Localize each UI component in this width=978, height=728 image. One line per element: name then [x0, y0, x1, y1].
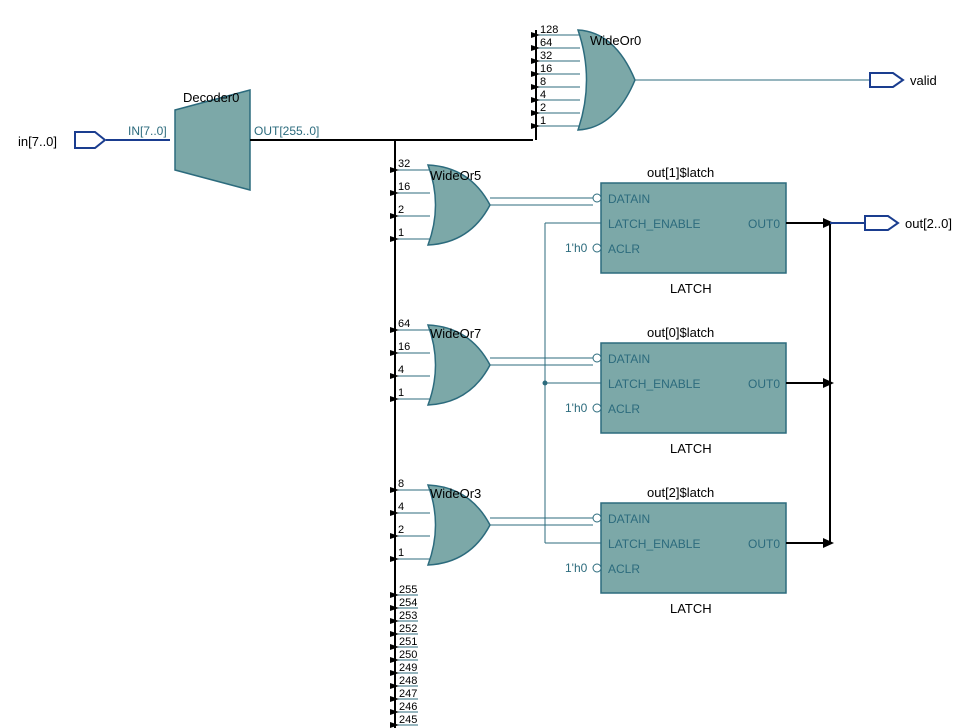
wideor3: 8 4 2 1 WideOr3	[390, 478, 490, 565]
svg-text:LATCH: LATCH	[670, 441, 712, 456]
svg-text:251: 251	[399, 636, 417, 648]
wideor5: 32 16 2 1 WideOr5	[390, 158, 490, 245]
svg-text:32: 32	[398, 158, 410, 170]
svg-text:248: 248	[399, 675, 417, 687]
valid-port: valid	[870, 73, 937, 88]
decoder-out-label: OUT[255..0]	[254, 124, 319, 138]
svg-text:ACLR: ACLR	[608, 402, 640, 416]
svg-text:LATCH_ENABLE: LATCH_ENABLE	[608, 537, 700, 551]
svg-text:2: 2	[540, 102, 546, 114]
output-port: out[2..0]	[865, 216, 952, 231]
svg-text:LATCH: LATCH	[670, 281, 712, 296]
schematic-diagram: in[7..0] Decoder0 IN[7..0] OUT[255..0] 1…	[0, 0, 978, 728]
svg-text:1: 1	[398, 387, 404, 399]
svg-text:1: 1	[398, 227, 404, 239]
svg-text:250: 250	[399, 649, 417, 661]
svg-text:2: 2	[398, 204, 404, 216]
svg-text:247: 247	[399, 688, 417, 700]
svg-text:1'h0: 1'h0	[565, 401, 588, 415]
svg-text:DATAIN: DATAIN	[608, 512, 650, 526]
svg-text:1: 1	[398, 547, 404, 559]
input-port-label: in[7..0]	[18, 134, 57, 149]
svg-text:1: 1	[540, 115, 546, 127]
svg-text:64: 64	[540, 37, 552, 49]
svg-text:LATCH_ENABLE: LATCH_ENABLE	[608, 217, 700, 231]
wideor7-title: WideOr7	[430, 326, 481, 341]
svg-text:DATAIN: DATAIN	[608, 192, 650, 206]
svg-text:4: 4	[398, 364, 404, 376]
svg-text:1'h0: 1'h0	[565, 561, 588, 575]
svg-text:4: 4	[540, 89, 546, 101]
svg-text:64: 64	[398, 318, 410, 330]
svg-text:DATAIN: DATAIN	[608, 352, 650, 366]
svg-text:LATCH_ENABLE: LATCH_ENABLE	[608, 377, 700, 391]
wideor5-title: WideOr5	[430, 168, 481, 183]
svg-text:OUT0: OUT0	[748, 377, 780, 391]
valid-port-label: valid	[910, 73, 937, 88]
svg-text:245: 245	[399, 714, 417, 726]
svg-text:16: 16	[540, 63, 552, 75]
svg-text:1'h0: 1'h0	[565, 241, 588, 255]
svg-text:255: 255	[399, 584, 417, 596]
svg-text:4: 4	[398, 501, 404, 513]
latch2: out[2]$latch DATAIN LATCH_ENABLE ACLR OU…	[565, 485, 786, 616]
latch0: out[0]$latch DATAIN LATCH_ENABLE ACLR OU…	[565, 325, 786, 456]
input-port: in[7..0]	[18, 132, 105, 149]
svg-text:16: 16	[398, 341, 410, 353]
svg-text:8: 8	[540, 76, 546, 88]
svg-text:OUT0: OUT0	[748, 217, 780, 231]
latch2-title: out[2]$latch	[647, 485, 714, 500]
svg-text:8: 8	[398, 478, 404, 490]
latch1-title: out[1]$latch	[647, 165, 714, 180]
svg-text:ACLR: ACLR	[608, 242, 640, 256]
svg-text:LATCH: LATCH	[670, 601, 712, 616]
latch1: out[1]$latch DATAIN LATCH_ENABLE ACLR OU…	[565, 165, 786, 296]
decoder-in-label: IN[7..0]	[128, 124, 167, 138]
svg-text:16: 16	[398, 181, 410, 193]
svg-text:2: 2	[398, 524, 404, 536]
decoder-title: Decoder0	[183, 90, 239, 105]
wideor0-title: WideOr0	[590, 33, 641, 48]
svg-text:OUT0: OUT0	[748, 537, 780, 551]
output-port-label: out[2..0]	[905, 216, 952, 231]
svg-text:249: 249	[399, 662, 417, 674]
svg-text:ACLR: ACLR	[608, 562, 640, 576]
svg-text:246: 246	[399, 701, 417, 713]
wideor7: 64 16 4 1 WideOr7	[390, 318, 490, 405]
svg-text:128: 128	[540, 24, 558, 36]
svg-text:252: 252	[399, 623, 417, 635]
wideor0: 128 64 32 16 8 4 2 1 WideOr0	[531, 24, 641, 140]
svg-text:32: 32	[540, 50, 552, 62]
svg-text:254: 254	[399, 597, 417, 609]
wideor3-title: WideOr3	[430, 486, 481, 501]
svg-text:253: 253	[399, 610, 417, 622]
latch0-title: out[0]$latch	[647, 325, 714, 340]
